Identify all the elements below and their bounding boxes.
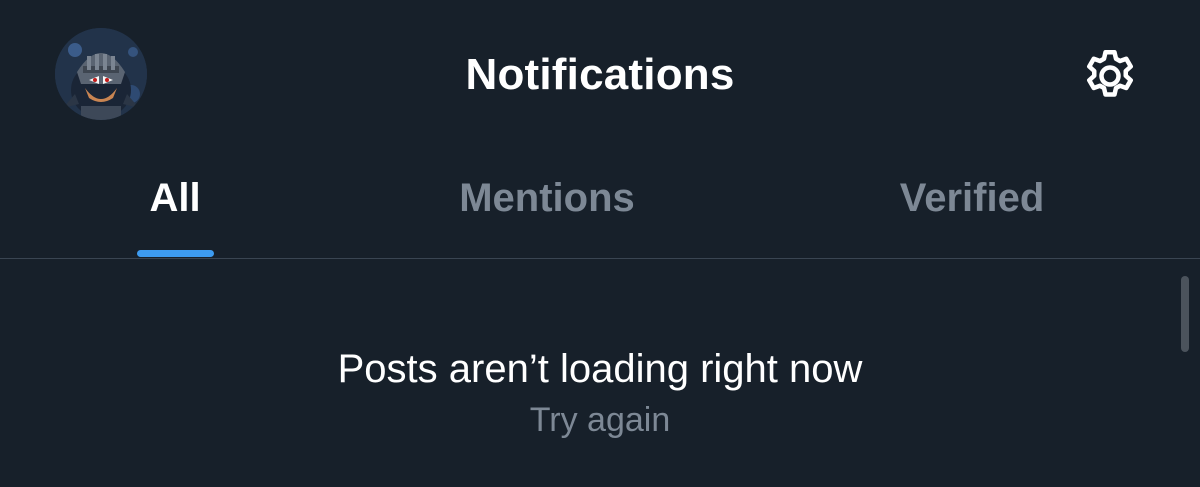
scrollbar[interactable] [1181,276,1189,352]
active-tab-indicator [137,250,214,257]
top-bar: Notifications [0,0,1200,150]
gear-icon [1087,50,1133,97]
tabs-divider [0,258,1200,259]
page-title: Notifications [465,50,735,99]
tab-mentions[interactable]: Mentions [397,172,697,232]
try-again-button[interactable]: Try again [450,398,750,442]
settings-button[interactable] [1080,46,1140,106]
tab-all[interactable]: All [100,172,250,232]
notification-tabs: All Mentions Verified [0,150,1200,259]
tab-verified[interactable]: Verified [822,172,1122,232]
error-message: Posts aren’t loading right now [337,347,863,391]
